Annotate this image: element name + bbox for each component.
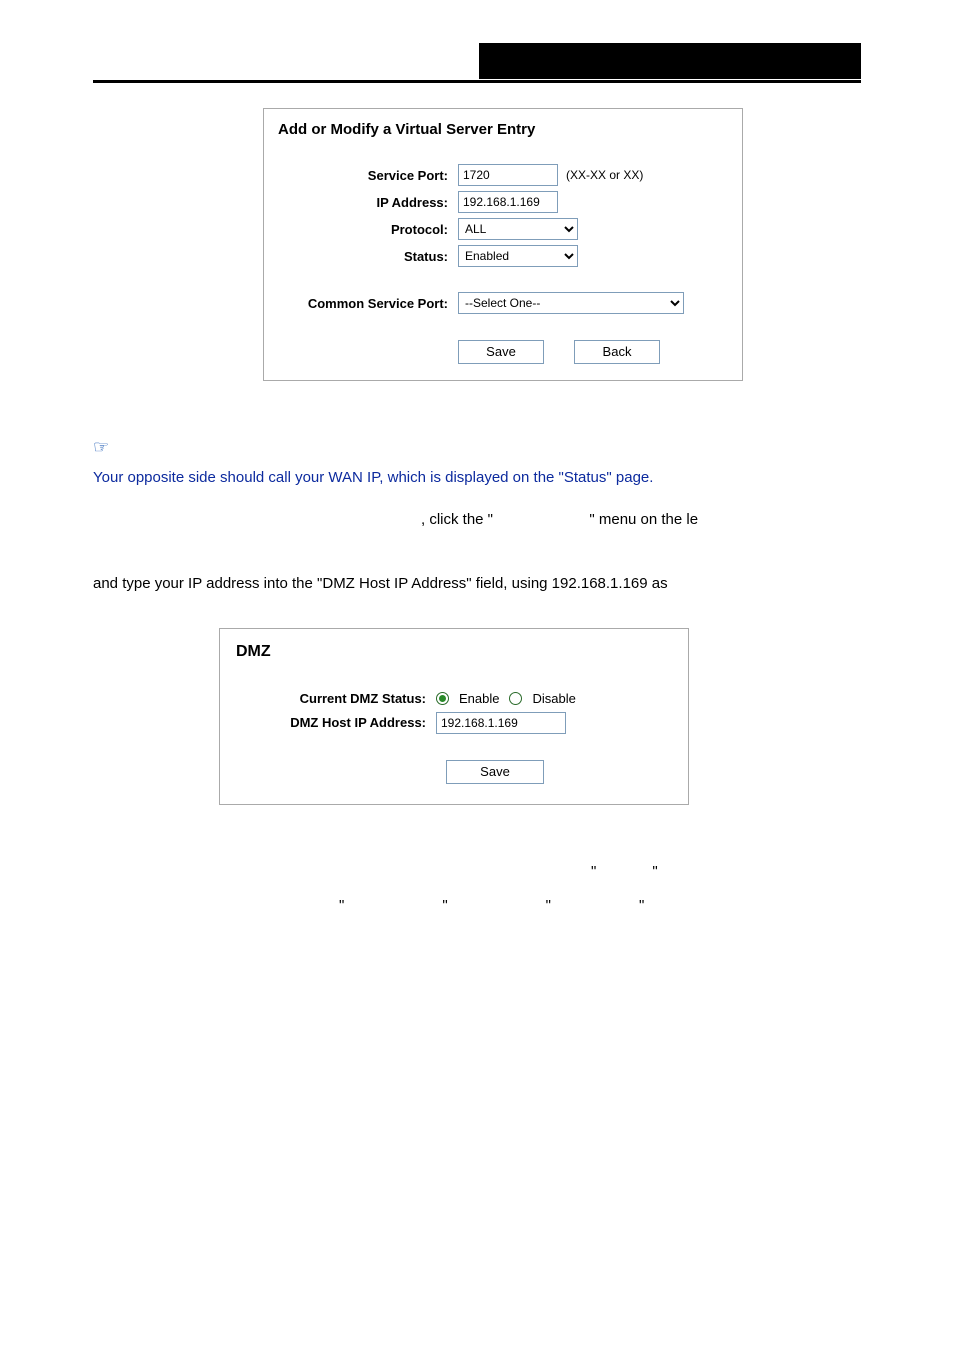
- dmz-save-button[interactable]: Save: [446, 760, 544, 784]
- label-protocol: Protocol:: [278, 222, 458, 237]
- row-common-service-port: Common Service Port: --Select One--: [278, 292, 728, 314]
- dmz-title: DMZ: [236, 643, 672, 661]
- header-black-bar: [479, 43, 861, 79]
- q6: ": [639, 889, 644, 924]
- note-text: Your opposite side should call your WAN …: [93, 464, 861, 493]
- note-section: ☞ Your opposite side should call your WA…: [93, 437, 861, 493]
- label-dmz-host-ip: DMZ Host IP Address:: [236, 715, 436, 730]
- page-content: Add or Modify a Virtual Server Entry Ser…: [93, 108, 861, 924]
- body-line-1: , click the " " menu on the le: [93, 503, 861, 538]
- body-line-2: and type your IP address into the "DMZ H…: [93, 567, 861, 602]
- trailing-lines: " " " " " ": [93, 855, 861, 924]
- label-common-service-port: Common Service Port:: [278, 296, 458, 311]
- label-service-port: Service Port:: [278, 168, 458, 183]
- dmz-radio-group: Enable Disable: [436, 691, 576, 706]
- dmz-panel-wrap: DMZ Current DMZ Status: Enable Disable D…: [93, 628, 861, 805]
- hint-service-port: (XX-XX or XX): [566, 168, 643, 182]
- dmz-panel: DMZ Current DMZ Status: Enable Disable D…: [219, 628, 689, 805]
- label-ip-address: IP Address:: [278, 195, 458, 210]
- radio-enable[interactable]: [436, 692, 449, 705]
- radio-disable-label: Disable: [532, 691, 575, 706]
- row-service-port: Service Port: (XX-XX or XX): [278, 164, 728, 186]
- select-status[interactable]: Enabled: [458, 245, 578, 267]
- input-dmz-host-ip[interactable]: [436, 712, 566, 734]
- label-dmz-status: Current DMZ Status:: [236, 691, 436, 706]
- virtual-server-panel: Add or Modify a Virtual Server Entry Ser…: [263, 108, 743, 381]
- row-status: Status: Enabled: [278, 245, 728, 267]
- row-ip-address: IP Address:: [278, 191, 728, 213]
- radio-enable-label: Enable: [459, 691, 499, 706]
- select-common-service-port[interactable]: --Select One--: [458, 292, 684, 314]
- row-protocol: Protocol: ALL: [278, 218, 728, 240]
- input-ip-address[interactable]: [458, 191, 558, 213]
- label-status: Status:: [278, 249, 458, 264]
- pointing-hand-icon: ☞: [93, 437, 109, 457]
- body-line-1a: , click the ": [421, 511, 493, 528]
- back-button[interactable]: Back: [574, 340, 660, 364]
- virtual-server-buttons: Save Back: [458, 340, 728, 364]
- input-service-port[interactable]: [458, 164, 558, 186]
- q2: ": [652, 855, 657, 890]
- row-dmz-status: Current DMZ Status: Enable Disable: [236, 691, 672, 706]
- body-line-1b: " menu on the le: [589, 511, 698, 528]
- save-button[interactable]: Save: [458, 340, 544, 364]
- header-divider: [93, 80, 861, 83]
- dmz-buttons: Save: [446, 760, 672, 784]
- select-protocol[interactable]: ALL: [458, 218, 578, 240]
- virtual-server-title: Add or Modify a Virtual Server Entry: [278, 121, 728, 138]
- radio-disable[interactable]: [509, 692, 522, 705]
- row-dmz-host-ip: DMZ Host IP Address:: [236, 712, 672, 734]
